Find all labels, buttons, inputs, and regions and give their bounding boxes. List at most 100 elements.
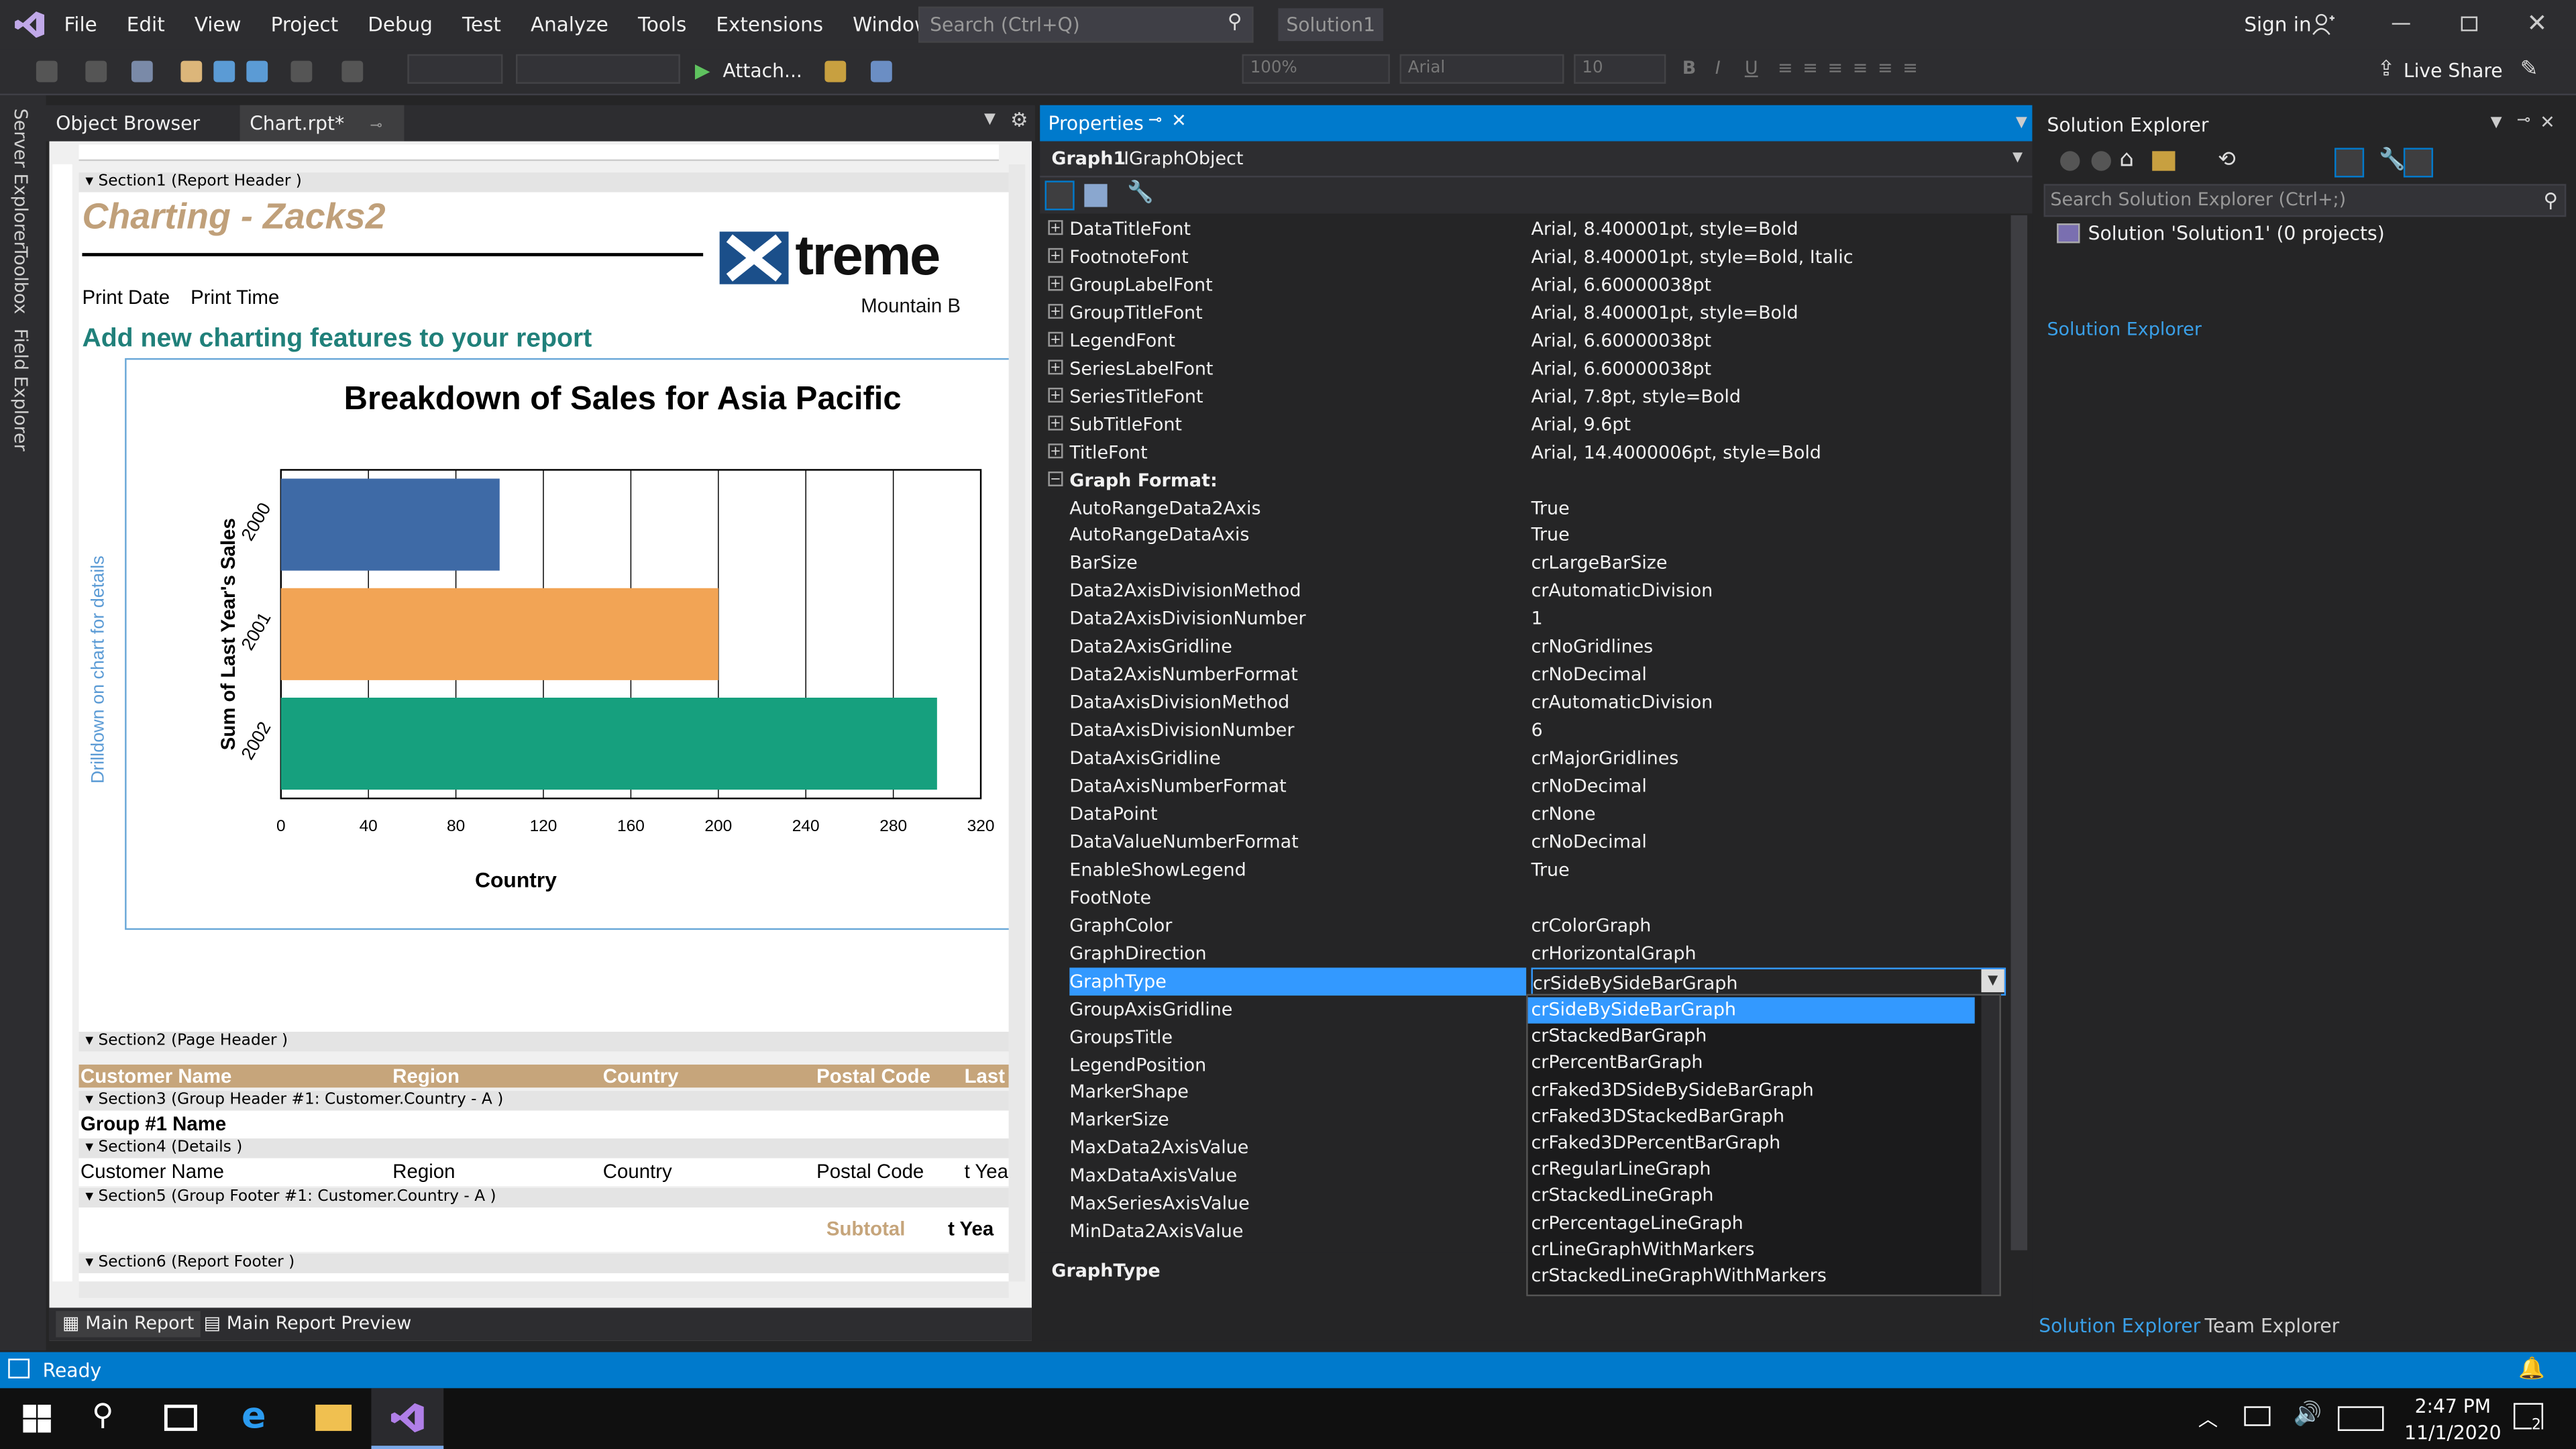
- file-explorer-icon[interactable]: [315, 1404, 352, 1432]
- notification-bell-icon[interactable]: 🔔: [2518, 1357, 2545, 1382]
- solution-search-input[interactable]: Search Solution Explorer (Ctrl+;) ⚲: [2043, 184, 2567, 217]
- forward-icon[interactable]: [2091, 151, 2111, 171]
- history-icon[interactable]: ⟲: [2218, 148, 2236, 172]
- visual-studio-taskbar-button[interactable]: [371, 1388, 444, 1449]
- tab-main-report[interactable]: ▦ Main Report: [56, 1311, 201, 1338]
- solution-node[interactable]: Solution 'Solution1' (0 projects): [2057, 220, 2385, 246]
- property-row[interactable]: DataPoint crNone: [1046, 800, 2006, 828]
- horizontal-scrollbar[interactable]: [78, 1281, 1009, 1298]
- property-value[interactable]: 1: [1531, 605, 2006, 633]
- clock-date[interactable]: 11/1/2020: [2399, 1421, 2508, 1444]
- toolbar-icon[interactable]: [870, 60, 892, 83]
- sign-in-link[interactable]: Sign in: [2244, 0, 2311, 49]
- expand-icon[interactable]: +: [1048, 303, 1063, 319]
- property-row[interactable]: AutoRangeData2Axis True: [1046, 494, 2006, 522]
- property-row[interactable]: FootNote: [1046, 883, 2006, 912]
- live-share-icon[interactable]: ⇪: [2377, 58, 2396, 83]
- toolbar-icon[interactable]: [824, 60, 847, 83]
- forward-icon[interactable]: [85, 60, 107, 83]
- preview-icon[interactable]: [2403, 148, 2433, 178]
- back-icon[interactable]: [36, 60, 58, 83]
- edge-icon[interactable]: e: [241, 1397, 266, 1438]
- platform-combo[interactable]: [515, 54, 680, 84]
- property-value[interactable]: crNone: [1531, 800, 2006, 828]
- pin-icon[interactable]: ⊸: [2517, 112, 2531, 130]
- menu-tools[interactable]: Tools: [623, 0, 701, 49]
- property-value[interactable]: Arial, 7.8pt, style=Bold: [1531, 382, 2006, 411]
- property-value[interactable]: crNoGridlines: [1531, 633, 2006, 661]
- property-row[interactable]: + SubTitleFont Arial, 9.6pt: [1046, 410, 2006, 438]
- toolbox-tab[interactable]: Toolbox: [10, 246, 32, 314]
- task-view-icon[interactable]: [164, 1404, 197, 1432]
- tab-chart-rpt[interactable]: Chart.rpt* ⊸ ✕: [239, 105, 405, 174]
- italic-icon[interactable]: I: [1715, 58, 1721, 79]
- col-region[interactable]: Region: [392, 1065, 460, 1087]
- property-value[interactable]: crNoDecimal: [1531, 828, 2006, 856]
- tab-team-explorer[interactable]: Team Explorer: [2205, 1314, 2340, 1344]
- property-row[interactable]: DataAxisDivisionNumber 6: [1046, 716, 2006, 745]
- feedback-icon[interactable]: ✎: [2520, 58, 2538, 83]
- server-explorer-tab[interactable]: Server Explorer: [10, 109, 32, 249]
- gear-icon[interactable]: ⚙: [1010, 109, 1028, 131]
- property-row[interactable]: DataAxisDivisionMethod crAutomaticDivisio…: [1046, 688, 2006, 716]
- property-row[interactable]: + DataTitleFont Arial, 8.400001pt, style=B…: [1046, 215, 2006, 244]
- group-header-canvas[interactable]: Group #1 Name: [78, 1110, 1009, 1139]
- properties-wrench-icon[interactable]: 🔧: [2379, 148, 2406, 172]
- windows-start-icon[interactable]: [23, 1404, 51, 1433]
- property-row[interactable]: DataAxisNumberFormat crNoDecimal: [1046, 772, 2006, 800]
- property-pages-icon[interactable]: 🔧: [1127, 180, 1154, 205]
- dropdown-option[interactable]: crStackedBarGraph: [1528, 1024, 1975, 1050]
- property-row[interactable]: DataValueNumberFormat crNoDecimal: [1046, 828, 2006, 856]
- live-share-button[interactable]: Live Share: [2404, 59, 2503, 82]
- subtotal-value[interactable]: t Yea: [948, 1218, 994, 1240]
- field-postal-code[interactable]: Postal Code: [816, 1160, 924, 1183]
- menu-file[interactable]: File: [49, 0, 111, 49]
- account-icon[interactable]: [2312, 13, 2335, 36]
- back-icon[interactable]: [2060, 151, 2080, 171]
- show-hidden-icons-icon[interactable]: ︿: [2198, 1405, 2218, 1433]
- object-selector[interactable]: Graph1 IGraphObject ▼: [1040, 141, 2033, 178]
- menu-extensions[interactable]: Extensions: [701, 0, 838, 49]
- expand-icon[interactable]: +: [1048, 359, 1063, 374]
- field-last-year[interactable]: t Yea: [965, 1160, 1008, 1183]
- property-row[interactable]: Data2AxisGridline crNoGridlines: [1046, 633, 2006, 661]
- field-country[interactable]: Country: [603, 1160, 672, 1183]
- config-combo[interactable]: [407, 54, 503, 84]
- section6-bar[interactable]: ▾ Section6 (Report Footer ): [78, 1253, 1009, 1273]
- close-icon[interactable]: ✕: [2540, 112, 2555, 133]
- zoom-combo[interactable]: 100%: [1242, 54, 1390, 84]
- col-customer-name[interactable]: Customer Name: [80, 1065, 231, 1087]
- minimize-icon[interactable]: [2392, 23, 2410, 25]
- menu-test[interactable]: Test: [447, 0, 516, 49]
- dropdown-scrollbar[interactable]: [1981, 996, 2000, 1295]
- property-category[interactable]: − Graph Format:: [1046, 466, 2006, 494]
- property-value[interactable]: True: [1531, 521, 2006, 549]
- section3-bar[interactable]: ▾ Section3 (Group Header #1: Customer.Co…: [78, 1091, 1009, 1111]
- property-row[interactable]: GraphDirection crHorizontalGraph: [1046, 939, 2006, 967]
- property-row[interactable]: + GroupLabelFont Arial, 6.60000038pt: [1046, 271, 2006, 299]
- section1-bar[interactable]: ▾ Section1 (Report Header ): [78, 172, 1009, 193]
- font-size-combo[interactable]: 10: [1574, 54, 1666, 84]
- dropdown-option[interactable]: crFaked3DPercentBarGraph: [1528, 1130, 1975, 1157]
- bold-icon[interactable]: B: [1682, 58, 1697, 79]
- property-value[interactable]: 6: [1531, 716, 2006, 745]
- col-country[interactable]: Country: [603, 1065, 679, 1087]
- property-row[interactable]: GraphColor crColorGraph: [1046, 912, 2006, 940]
- print-time-field[interactable]: Print Time: [191, 286, 279, 309]
- property-row[interactable]: BarSize crLargeBarSize: [1046, 549, 2006, 578]
- property-row[interactable]: + FootnoteFont Arial, 8.400001pt, style=Bo…: [1046, 243, 2006, 271]
- pin-icon[interactable]: ⊸: [370, 118, 382, 134]
- col-last[interactable]: Last: [965, 1065, 1005, 1087]
- dropdown-option[interactable]: crPercentageLineGraph: [1528, 1210, 1975, 1236]
- property-value[interactable]: Arial, 6.60000038pt: [1531, 327, 2006, 355]
- property-row[interactable]: Data2AxisDivisionNumber 1: [1046, 605, 2006, 633]
- property-value[interactable]: Arial, 9.6pt: [1531, 410, 2006, 438]
- expand-icon[interactable]: +: [1048, 331, 1063, 347]
- dropdown-option[interactable]: crFaked3DSideBySideBarGraph: [1528, 1077, 1975, 1104]
- tab-main-report-preview[interactable]: ▤ Main Report Preview: [197, 1311, 418, 1337]
- field-customer-name[interactable]: Customer Name: [80, 1160, 224, 1183]
- expand-icon[interactable]: +: [1048, 248, 1063, 263]
- output-icon[interactable]: [8, 1358, 30, 1379]
- collapse-icon[interactable]: −: [1048, 470, 1063, 486]
- property-row[interactable]: GraphType crSideBySideBarGraph ▼: [1046, 967, 2006, 996]
